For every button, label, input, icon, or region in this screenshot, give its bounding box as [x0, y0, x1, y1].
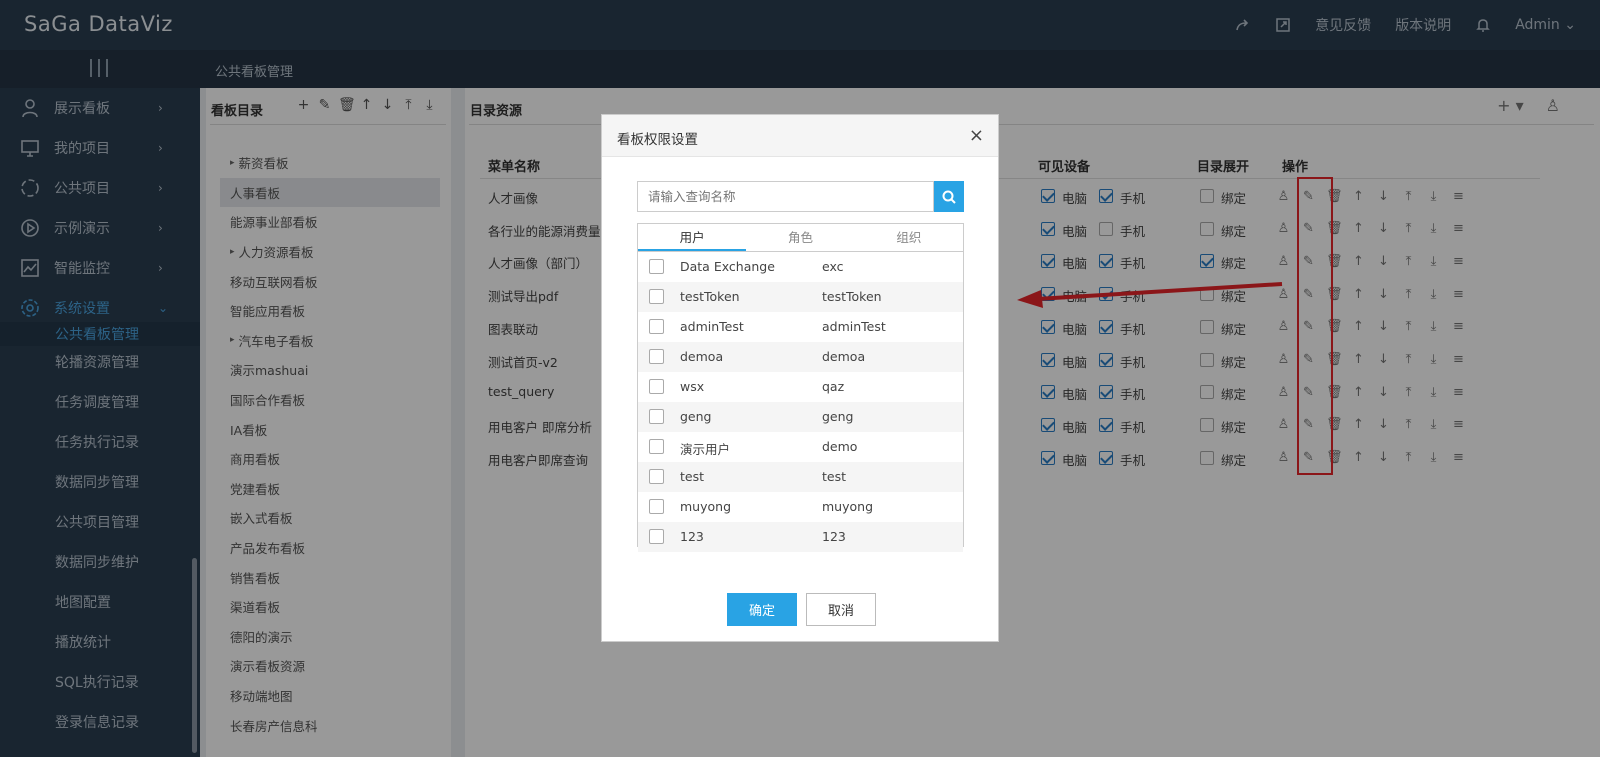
user-name: geng: [680, 409, 712, 424]
tab-users[interactable]: 用户: [638, 224, 747, 251]
user-row[interactable]: geng geng: [638, 402, 963, 432]
user-name: 123: [680, 529, 704, 544]
user-login: adminTest: [822, 319, 886, 334]
user-name: test: [680, 469, 705, 484]
user-row[interactable]: test test: [638, 462, 963, 492]
user-checkbox[interactable]: [649, 349, 664, 364]
user-checkbox[interactable]: [649, 409, 664, 424]
user-row[interactable]: adminTest adminTest: [638, 312, 963, 342]
user-checkbox[interactable]: [649, 439, 664, 454]
user-login: muyong: [822, 499, 874, 514]
user-name: testToken: [680, 289, 740, 304]
tab-roles[interactable]: 角色: [746, 224, 854, 251]
user-row[interactable]: Data Exchange exc: [638, 252, 963, 282]
user-login: demoa: [822, 349, 866, 364]
user-login: exc: [822, 259, 844, 274]
tab-bar: 用户 角色 组织: [638, 224, 963, 252]
user-row[interactable]: wsx qaz: [638, 372, 963, 402]
search-icon: [942, 190, 956, 204]
user-checkbox[interactable]: [649, 319, 664, 334]
user-checkbox[interactable]: [649, 469, 664, 484]
user-checkbox[interactable]: [649, 289, 664, 304]
user-checkbox[interactable]: [649, 259, 664, 274]
cancel-button[interactable]: 取消: [806, 593, 876, 626]
modal-header: 看板权限设置 ×: [602, 115, 998, 157]
user-row[interactable]: 演示用户 demo: [638, 432, 963, 462]
user-row[interactable]: demoa demoa: [638, 342, 963, 372]
user-login: 123: [822, 529, 846, 544]
user-checkbox[interactable]: [649, 499, 664, 514]
tab-orgs[interactable]: 组织: [855, 224, 963, 251]
user-login: geng: [822, 409, 854, 424]
user-name: wsx: [680, 379, 705, 394]
confirm-button[interactable]: 确定: [727, 593, 797, 626]
modal-title: 看板权限设置: [617, 132, 698, 148]
user-login: test: [822, 469, 847, 484]
user-row[interactable]: muyong muyong: [638, 492, 963, 522]
user-name: 演示用户: [680, 442, 731, 457]
user-name: Data Exchange: [680, 259, 775, 274]
user-name: adminTest: [680, 319, 744, 334]
user-row[interactable]: testToken testToken: [638, 282, 963, 312]
user-row[interactable]: 123 123: [638, 522, 963, 552]
user-login: qaz: [822, 379, 845, 394]
permission-modal: 看板权限设置 × 用户 角色 组织 Data Exchange exc testTo…: [601, 114, 999, 642]
search-input[interactable]: [637, 181, 934, 212]
close-icon[interactable]: ×: [969, 125, 984, 146]
user-checkbox[interactable]: [649, 529, 664, 544]
user-checkbox[interactable]: [649, 379, 664, 394]
user-name: muyong: [680, 499, 732, 514]
user-name: demoa: [680, 349, 724, 364]
search-button[interactable]: [934, 181, 964, 212]
user-login: testToken: [822, 289, 882, 304]
user-login: demo: [822, 439, 858, 454]
user-list: 用户 角色 组织 Data Exchange exc testToken testTo…: [637, 223, 964, 552]
